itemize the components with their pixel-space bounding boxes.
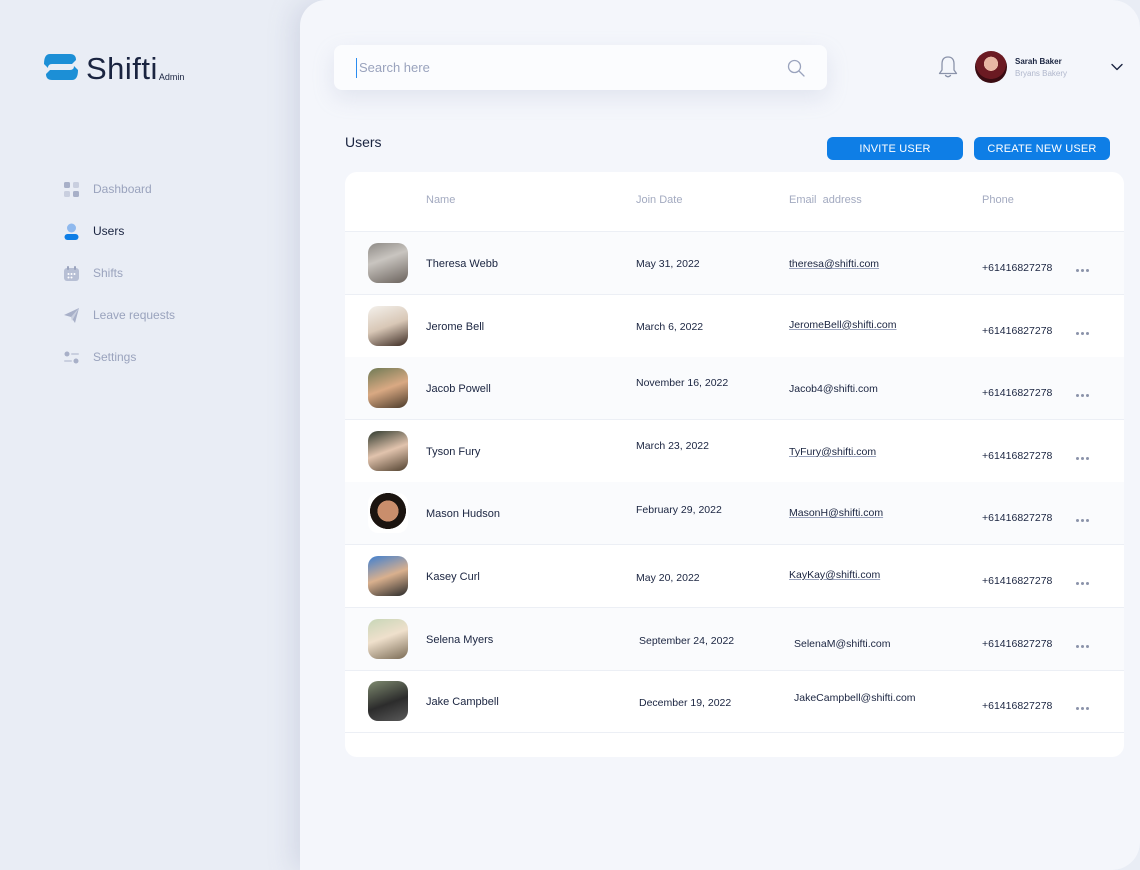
table-header: Name Join Date Email address Phone [345,172,1124,232]
sidebar-item-shifts[interactable]: Shifts [62,252,175,294]
brand-logo[interactable]: Shifti Admin [42,50,184,84]
user-name-cell: Tyson Fury [426,445,481,458]
sidebar-nav: Dashboard Users Shifts Leave requests Se… [62,168,175,378]
more-options-icon[interactable] [1076,384,1094,398]
sidebar-item-settings[interactable]: Settings [62,336,175,378]
sidebar-item-leave-requests[interactable]: Leave requests [62,294,175,336]
dashboard-icon [62,180,80,198]
column-header-name[interactable]: Name [426,194,455,206]
send-icon [62,306,80,324]
join-date-cell: March 6, 2022 [636,320,704,333]
user-name: Sarah Baker [1015,57,1062,66]
table-row[interactable]: Mason Hudson February 29, 2022 MasonH@shif… [345,482,1124,546]
phone-cell: +61416827278 [982,262,1053,274]
calendar-icon [62,264,80,282]
user-avatar[interactable] [975,51,1007,83]
avatar[interactable] [368,430,408,471]
phone-cell: +61416827278 [982,575,1053,587]
user-name-cell: Jake Campbell [426,696,499,709]
email-cell[interactable]: Jacob4@shifti.com [789,383,878,395]
settings-sliders-icon [62,348,80,366]
user-company: Bryans Bakery [1015,69,1068,78]
email-cell[interactable]: KayKay@shifti.com [789,569,880,581]
user-name-cell: Kasey Curl [426,571,480,583]
join-date-cell: March 23, 2022 [636,439,709,452]
table-row[interactable]: Theresa Webb May 31, 2022 theresa@shifti.c… [345,232,1124,295]
column-header-phone[interactable]: Phone [982,194,1014,206]
table-row[interactable]: Selena Myers September 24, 2022 SelenaM@sh… [345,607,1124,671]
chevron-down-icon[interactable] [1110,60,1124,74]
join-date-cell: November 16, 2022 [636,377,729,390]
join-date-cell: December 19, 2022 [639,697,732,710]
user-name-cell: Selena Myers [426,633,494,646]
email-cell[interactable]: theresa@shifti.com [789,258,879,270]
more-options-icon[interactable] [1076,322,1094,335]
join-date-cell: May 31, 2022 [636,258,700,270]
join-date-cell: February 29, 2022 [636,504,722,517]
more-options-icon[interactable] [1076,509,1094,523]
search-input[interactable] [356,57,787,78]
create-new-user-button[interactable]: CREATE NEW USER [974,137,1110,160]
table-row[interactable]: Jerome Bell March 6, 2022 JeromeBell@shift… [345,295,1124,358]
search-icon[interactable] [787,59,805,77]
table-row[interactable]: Jake Campbell December 19, 2022 JakeCampbe… [345,670,1124,734]
more-options-icon[interactable] [1076,635,1094,648]
email-cell[interactable]: SelenaM@shifti.com [794,638,890,650]
sidebar-item-label: Users [93,224,125,238]
phone-cell: +61416827278 [982,324,1053,337]
brand-name: Shifti [86,51,158,86]
table-row[interactable]: Tyson Fury March 23, 2022 TyFury@shifti.co… [345,420,1124,483]
table-row[interactable]: Kasey Curl May 20, 2022 KayKay@shifti.com +… [345,545,1124,608]
sidebar-item-users[interactable]: Users [62,210,175,252]
sidebar-item-label: Shifts [93,266,124,280]
join-date-cell: September 24, 2022 [639,634,735,647]
user-name-cell: Theresa Webb [426,258,498,270]
phone-cell: +61416827278 [982,387,1053,400]
sidebar-item-dashboard[interactable]: Dashboard [62,168,175,210]
logo-icon [44,54,78,80]
avatar[interactable] [368,305,408,346]
user-icon [62,222,80,240]
bell-icon[interactable] [937,55,959,79]
phone-cell: +61416827278 [982,637,1053,650]
email-cell[interactable]: TyFury@shifti.com [789,446,876,458]
more-options-icon[interactable] [1076,447,1094,460]
join-date-cell: May 20, 2022 [636,572,700,584]
email-cell[interactable]: MasonH@shifti.com [789,507,883,519]
phone-cell: +61416827278 [982,449,1053,462]
main-panel: Sarah Baker Bryans Bakery Users INVITE U… [300,0,1140,870]
page-title: Users [345,134,382,150]
brand-subtitle: Admin [158,72,185,82]
more-options-icon[interactable] [1076,697,1094,711]
avatar[interactable] [368,556,408,596]
search-bar[interactable] [334,45,827,90]
column-header-email[interactable]: Email address [789,194,862,206]
phone-cell: +61416827278 [982,700,1053,713]
column-header-join-date[interactable]: Join Date [636,194,682,206]
sidebar-item-label: Dashboard [93,182,152,196]
phone-cell: +61416827278 [982,512,1053,525]
sidebar-item-label: Leave requests [93,308,176,322]
user-name-cell: Jacob Powell [426,383,491,396]
avatar[interactable] [368,681,408,722]
sidebar-item-label: Settings [93,350,137,364]
email-cell[interactable]: JakeCampbell@shifti.com [794,692,916,704]
users-table: Name Join Date Email address Phone There… [345,172,1124,757]
sidebar: Shifti Admin Dashboard Users Shifts Leav… [0,0,300,870]
avatar[interactable] [368,493,408,534]
avatar[interactable] [368,368,408,409]
user-name-cell: Jerome Bell [426,320,485,333]
more-options-icon[interactable] [1076,259,1094,272]
user-name-cell: Mason Hudson [426,508,500,521]
app-window: Shifti Admin Dashboard Users Shifts Leav… [0,0,1140,870]
more-options-icon[interactable] [1076,572,1094,585]
invite-user-button[interactable]: INVITE USER [827,137,963,160]
email-cell[interactable]: JeromeBell@shifti.com [789,319,897,331]
table-row[interactable]: Jacob Powell November 16, 2022 Jacob4@shif… [345,357,1124,421]
avatar[interactable] [368,243,408,283]
avatar[interactable] [368,618,408,659]
